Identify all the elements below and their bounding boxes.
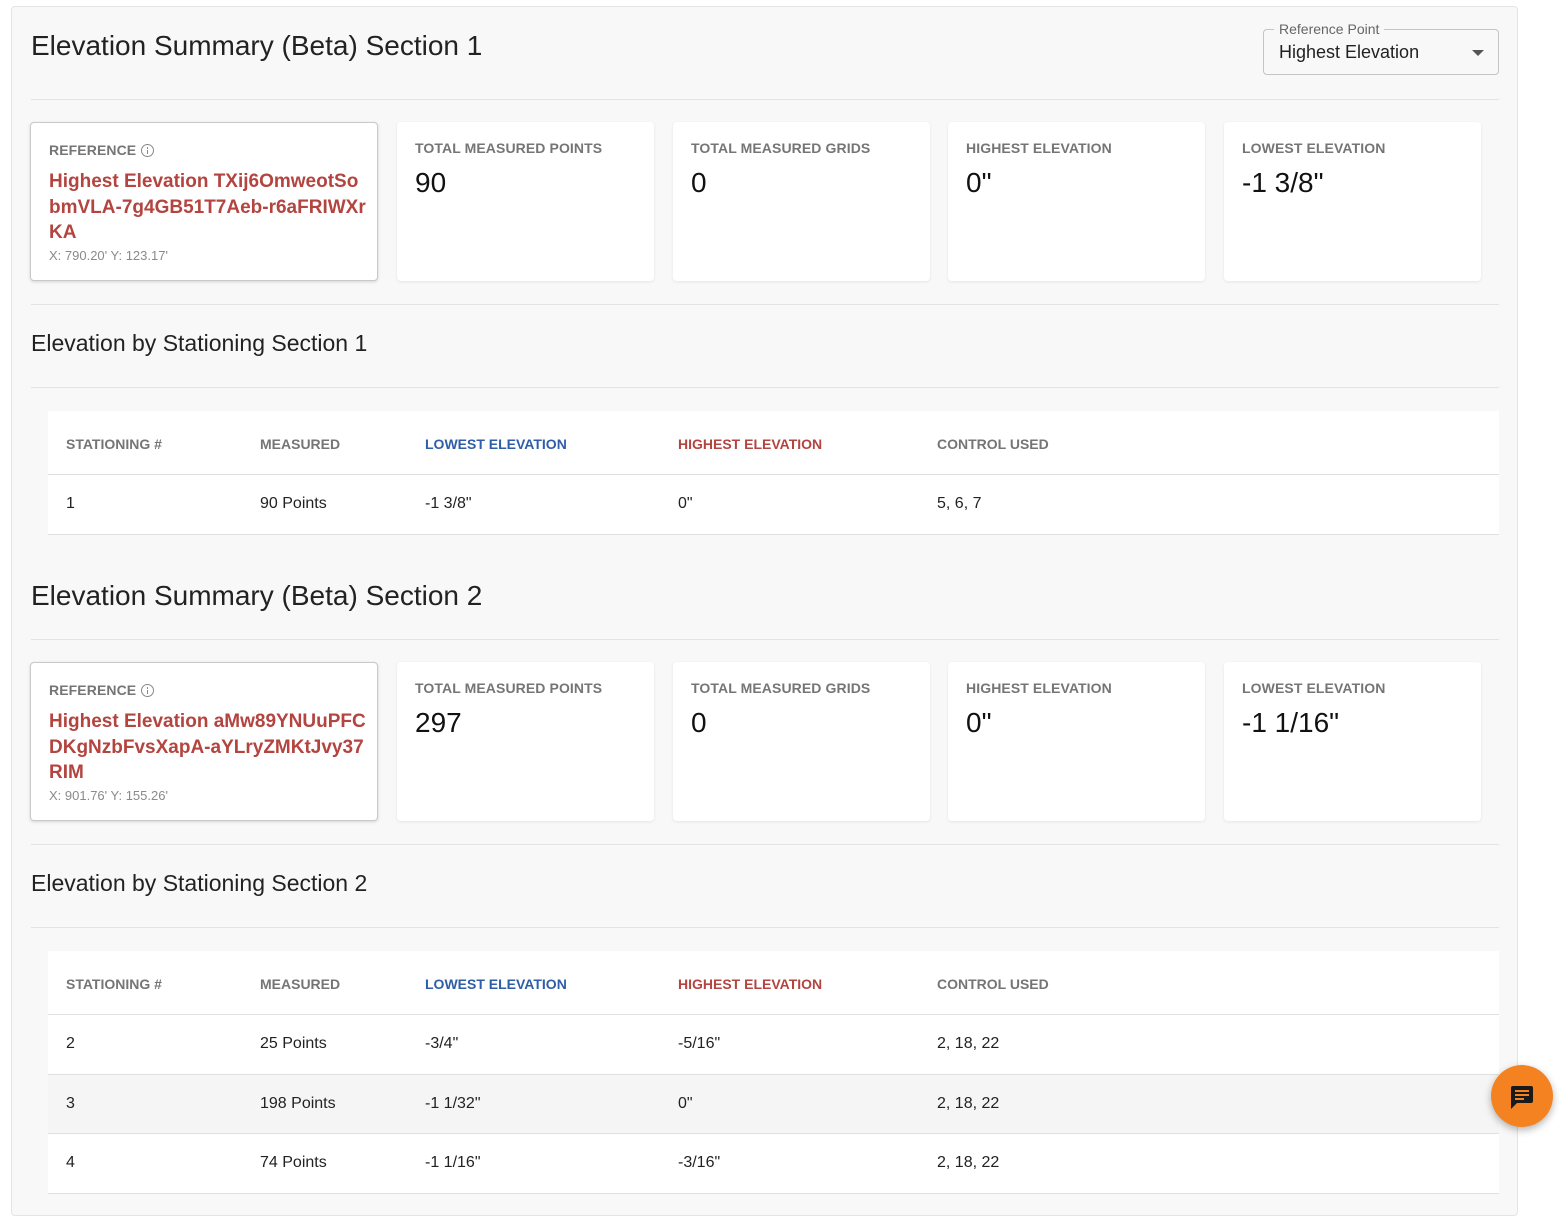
cell-control-used: 2, 18, 22 [937,1094,1000,1112]
reference-name: Highest Elevation TXij6OmweotSobmVLA-7g4… [49,171,366,243]
stat-value: 0 [691,167,707,198]
divider [31,927,1499,928]
stat-value: -1 3/8" [1242,167,1324,198]
stat-card-total-grids: TOTAL MEASURED GRIDS 0 [673,122,930,281]
cell-control-used: 2, 18, 22 [937,1035,1000,1052]
table-header: STATIONING # MEASURED LOWEST ELEVATION H… [48,951,1499,1015]
stat-card-total-points: TOTAL MEASURED POINTS 297 [397,662,654,821]
reference-card: REFERENCE Highest Elevation aMw89YNUuPFC… [30,662,378,821]
stat-card-total-grids: TOTAL MEASURED GRIDS 0 [673,662,930,821]
column-header-stationing[interactable]: STATIONING # [66,436,162,452]
reference-card: REFERENCE Highest Elevation TXij6OmweotS… [30,122,378,281]
stat-card-highest-elevation: HIGHEST ELEVATION 0" [948,122,1205,281]
section-1-title: Elevation Summary (Beta) Section 1 [31,30,483,61]
cell-measured: 25 Points [260,1035,327,1052]
table-row[interactable]: 4 74 Points -1 1/16" -3/16" 2, 18, 22 [48,1134,1499,1194]
cell-highest-elevation: -5/16" [678,1035,721,1052]
stat-label: HIGHEST ELEVATION [966,140,1112,156]
stat-card-highest-elevation: HIGHEST ELEVATION 0" [948,662,1205,821]
column-header-measured[interactable]: MEASURED [260,436,340,452]
stat-label: TOTAL MEASURED POINTS [415,680,603,696]
stationing-2-title: Elevation by Stationing Section 2 [31,870,368,896]
stat-label: HIGHEST ELEVATION [966,680,1112,696]
reference-coords: X: 790.20' Y: 123.17' [49,248,168,263]
section-2-title: Elevation Summary (Beta) Section 2 [31,580,483,611]
divider [31,844,1499,845]
cell-highest-elevation: 0" [678,1094,693,1112]
cell-lowest-elevation: -1 1/32" [425,1094,481,1112]
stat-value: 0" [966,167,992,198]
table-row[interactable]: 1 90 Points -1 3/8" 0" 5, 6, 7 [48,475,1499,535]
cell-highest-elevation: 0" [678,495,693,512]
divider [31,639,1499,640]
stationing-1-title: Elevation by Stationing Section 1 [31,330,368,356]
column-header-measured[interactable]: MEASURED [260,976,340,992]
cell-stationing: 4 [66,1154,75,1171]
stat-value: 0 [691,707,707,738]
table-row[interactable]: 3 198 Points -1 1/32" 0" 2, 18, 22 [48,1074,1499,1134]
stat-card-lowest-elevation: LOWEST ELEVATION -1 1/16" [1224,662,1481,821]
cell-measured: 90 Points [260,495,327,512]
info-icon[interactable] [141,144,155,157]
caret-down-icon [1472,50,1484,56]
column-header-control-used[interactable]: CONTROL USED [937,436,1049,452]
divider [31,304,1499,305]
cell-measured: 74 Points [260,1154,327,1171]
table-header: STATIONING # MEASURED LOWEST ELEVATION H… [48,411,1499,475]
reference-name: Highest Elevation aMw89YNUuPFCDKgNzbFvsX… [49,711,366,783]
stat-value: 297 [415,707,462,738]
column-header-control-used[interactable]: CONTROL USED [937,976,1049,992]
divider [31,99,1499,100]
chat-button[interactable] [1491,1065,1553,1127]
cell-stationing: 2 [66,1035,75,1052]
reference-point-legend: Reference Point [1274,21,1385,37]
cell-stationing: 3 [66,1094,75,1112]
stat-card-total-points: TOTAL MEASURED POINTS 90 [397,122,654,281]
reference-label: REFERENCE [49,142,155,158]
reference-point-select[interactable]: Reference Point Highest Elevation [1263,21,1499,75]
divider [31,387,1499,388]
table-row[interactable]: 2 25 Points -3/4" -5/16" 2, 18, 22 [48,1015,1499,1075]
cell-highest-elevation: -3/16" [678,1154,721,1171]
column-header-stationing[interactable]: STATIONING # [66,976,162,992]
column-header-highest-elevation[interactable]: HIGHEST ELEVATION [678,976,822,992]
cell-measured: 198 Points [260,1094,336,1112]
cell-lowest-elevation: -1 3/8" [425,495,472,512]
reference-label: REFERENCE [49,682,155,698]
reference-coords: X: 901.76' Y: 155.26' [49,788,168,803]
stat-label: LOWEST ELEVATION [1242,140,1386,156]
cell-lowest-elevation: -1 1/16" [425,1154,481,1171]
stat-label: TOTAL MEASURED GRIDS [691,140,871,156]
stationing-table-2: STATIONING # MEASURED LOWEST ELEVATION H… [48,951,1499,1194]
stat-label: TOTAL MEASURED GRIDS [691,680,871,696]
cell-lowest-elevation: -3/4" [425,1035,459,1052]
stat-value: 0" [966,707,992,738]
reference-point-value: Highest Elevation [1279,42,1420,62]
info-icon[interactable] [141,684,155,697]
column-header-highest-elevation[interactable]: HIGHEST ELEVATION [678,436,822,452]
stat-label: TOTAL MEASURED POINTS [415,140,603,156]
cell-stationing: 1 [66,495,75,512]
cell-control-used: 2, 18, 22 [937,1154,1000,1171]
stationing-table-1: STATIONING # MEASURED LOWEST ELEVATION H… [48,411,1499,535]
column-header-lowest-elevation[interactable]: LOWEST ELEVATION [425,436,567,452]
stat-label: LOWEST ELEVATION [1242,680,1386,696]
column-header-lowest-elevation[interactable]: LOWEST ELEVATION [425,976,567,992]
stat-value: 90 [415,167,447,198]
cell-control-used: 5, 6, 7 [937,495,982,512]
stat-value: -1 1/16" [1242,707,1340,738]
stat-card-lowest-elevation: LOWEST ELEVATION -1 3/8" [1224,122,1481,281]
